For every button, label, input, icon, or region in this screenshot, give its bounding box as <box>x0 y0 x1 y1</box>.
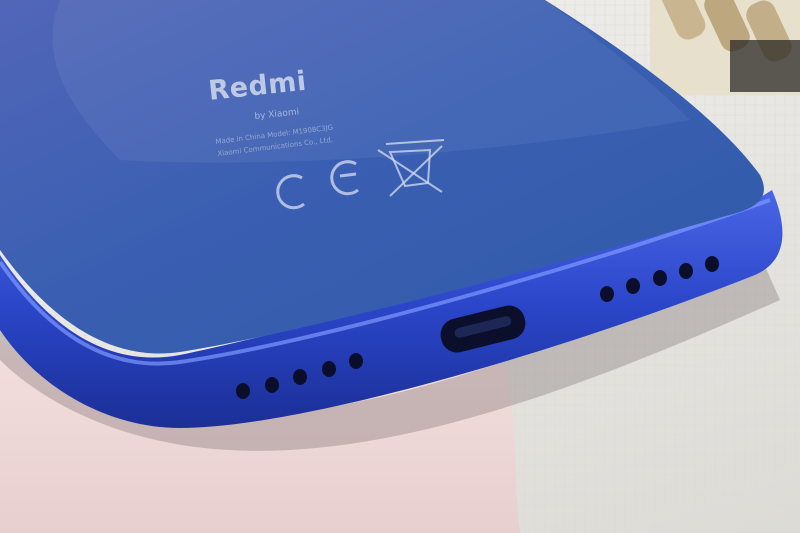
photo-scene: Redmi by Xiaomi Made in China Model: M19… <box>0 0 800 533</box>
phone-photo <box>0 0 800 533</box>
notebook-spiral <box>650 0 800 95</box>
